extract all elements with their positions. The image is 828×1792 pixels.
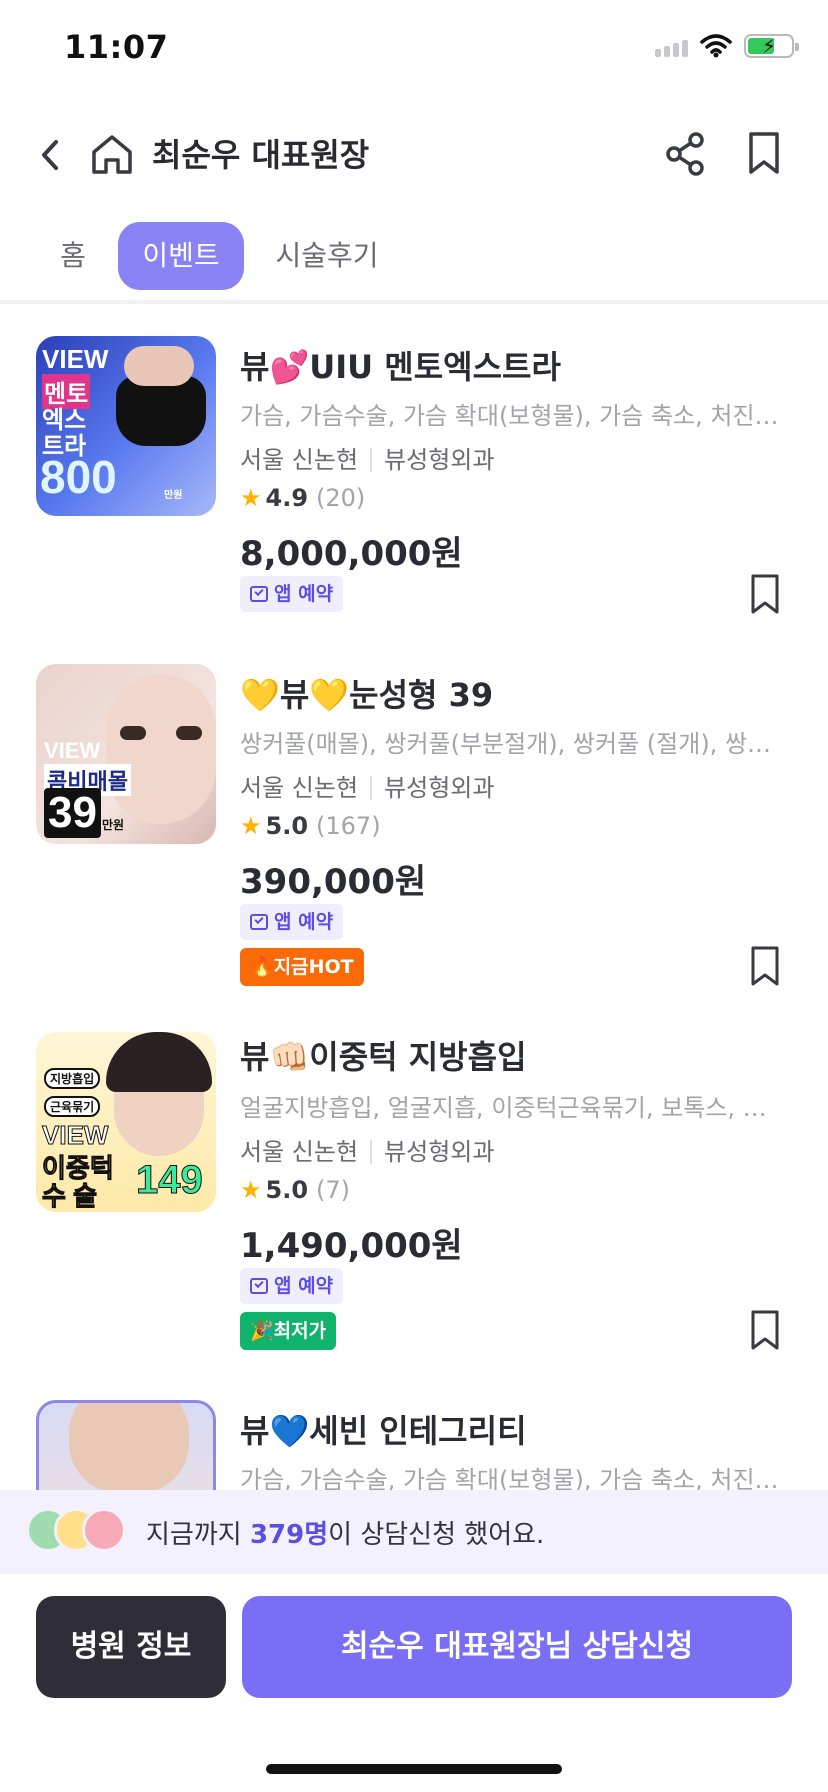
- thumbnail-text: 800: [40, 451, 117, 503]
- app-reservation-badge: 앱 예약: [240, 1268, 344, 1304]
- thumbnail-text: VIEW: [44, 738, 101, 763]
- consult-count-banner: 지금까지 379명이 상담신청 했어요.: [0, 1490, 828, 1574]
- event-city: 서울 신논현: [240, 446, 359, 474]
- home-icon[interactable]: [88, 130, 136, 180]
- wifi-icon: [700, 34, 732, 58]
- badge-label: 앱 예약: [274, 1275, 334, 1297]
- consult-count-text: 지금까지 379명이 상담신청 했어요.: [146, 1514, 544, 1551]
- event-location: 서울 신논현 뷰성형외과: [240, 1132, 494, 1167]
- event-thumbnail: 지방흡입 근육묶기 VIEW 이중턱 수 술 149: [36, 1032, 216, 1212]
- tab-home[interactable]: 홈: [40, 222, 106, 290]
- app-reservation-badge: 앱 예약: [240, 576, 344, 612]
- review-count: (20): [316, 484, 366, 512]
- signal-icon: [655, 35, 688, 57]
- hot-badge: 🔥지금HOT: [240, 948, 364, 986]
- rating-score: 5.0: [265, 812, 309, 840]
- page-title: 최순우 대표원장: [152, 136, 370, 174]
- share-icon[interactable]: [662, 128, 710, 180]
- thumbnail-figure-hair: [106, 1032, 212, 1092]
- header: 최순우 대표원장: [0, 110, 828, 200]
- event-clinic: 뷰성형외과: [384, 1138, 495, 1166]
- thumbnail-text: VIEW: [42, 344, 109, 374]
- event-thumbnail: VIEW 콤비매몰 39 만원: [36, 664, 216, 844]
- event-price: 8,000,000원: [240, 534, 463, 574]
- thumbnail-text: 수 술: [41, 1181, 98, 1212]
- tab-reviews[interactable]: 시술후기: [262, 222, 392, 290]
- event-price: 390,000원: [240, 862, 427, 902]
- tab-bar: 홈 이벤트 시술후기: [0, 220, 828, 300]
- thumbnail-figure-eye: [120, 726, 146, 740]
- star-icon: ★: [240, 484, 262, 512]
- thumbnail-figure: [116, 376, 206, 446]
- event-title[interactable]: 뷰💕UIU 멘토엑스트라: [240, 342, 561, 388]
- thumbnail-text: VIEW: [41, 1120, 109, 1151]
- divider: [0, 300, 828, 304]
- consult-count: 379명: [249, 1520, 329, 1550]
- avatar: [82, 1508, 126, 1552]
- event-title[interactable]: 💛뷰💛눈성형 39: [240, 670, 493, 716]
- back-icon[interactable]: [30, 130, 70, 180]
- event-thumbnail: VIEW 멘토 엑스 트라 800 만원: [36, 336, 216, 516]
- thumbnail-text: 149: [136, 1158, 204, 1203]
- thumbnail-figure: [106, 674, 216, 824]
- thumbnail-figure-skin: [124, 346, 194, 386]
- banner-suffix: 이 상담신청 했어요.: [328, 1520, 545, 1550]
- event-title[interactable]: 뷰👊🏻이중턱 지방흡입: [240, 1032, 527, 1078]
- thumbnail-text: 지방흡입: [44, 1068, 101, 1089]
- thumbnail-figure: [69, 1403, 189, 1493]
- status-time: 11:07: [64, 28, 169, 66]
- event-title[interactable]: 뷰💙세빈 인테그리티: [240, 1406, 527, 1452]
- event-tags: 가슴, 가슴수술, 가슴 확대(보형물), 가슴 축소, 처진가슴 교정: [240, 402, 785, 430]
- thumbnail-text: 만원: [164, 490, 183, 501]
- event-city: 서울 신논현: [240, 774, 359, 802]
- tab-events[interactable]: 이벤트: [118, 222, 244, 290]
- badge-label: 앱 예약: [274, 911, 334, 933]
- event-clinic: 뷰성형외과: [384, 774, 495, 802]
- thumbnail-text: 근육묶기: [44, 1096, 101, 1117]
- status-bar: 11:07 ⚡: [0, 0, 828, 100]
- bookmark-icon[interactable]: [748, 572, 782, 616]
- hospital-info-button[interactable]: 병원 정보: [36, 1596, 226, 1698]
- avatar-group: [26, 1508, 126, 1556]
- star-icon: ★: [240, 812, 262, 840]
- calendar-check-icon: [250, 914, 268, 930]
- separator: [370, 448, 373, 472]
- calendar-check-icon: [250, 1278, 268, 1294]
- badge-label: 앱 예약: [274, 583, 334, 605]
- battery-icon: ⚡: [744, 34, 799, 58]
- bookmark-icon[interactable]: [744, 128, 784, 180]
- event-price: 1,490,000원: [240, 1226, 463, 1266]
- bookmark-icon[interactable]: [748, 1308, 782, 1352]
- event-rating: ★ 5.0 (7): [240, 1176, 350, 1204]
- app-reservation-badge: 앱 예약: [240, 904, 344, 940]
- separator: [370, 1140, 373, 1164]
- separator: [370, 776, 373, 800]
- status-icons: ⚡: [655, 34, 799, 58]
- calendar-check-icon: [250, 586, 268, 602]
- lowest-price-badge: 🎉최저가: [240, 1312, 337, 1350]
- thumbnail-figure-eye: [176, 726, 202, 740]
- star-icon: ★: [240, 1176, 262, 1204]
- event-tags: 쌍커풀(매몰), 쌍커풀(부분절개), 쌍커풀 (절개), 쌍커풀 재수술: [240, 730, 785, 758]
- event-city: 서울 신논현: [240, 1138, 359, 1166]
- review-count: (167): [316, 812, 381, 840]
- thumbnail-text: 만원: [102, 818, 125, 832]
- consult-request-button[interactable]: 최순우 대표원장님 상담신청: [242, 1596, 792, 1698]
- event-location: 서울 신논현 뷰성형외과: [240, 440, 494, 475]
- event-rating: ★ 5.0 (167): [240, 812, 381, 840]
- event-rating: ★ 4.9 (20): [240, 484, 365, 512]
- bottom-action-bar: 병원 정보 최순우 대표원장님 상담신청: [0, 1574, 828, 1792]
- event-location: 서울 신논현 뷰성형외과: [240, 768, 494, 803]
- banner-prefix: 지금까지: [146, 1520, 250, 1550]
- event-tags: 얼굴지방흡입, 얼굴지흡, 이중턱근육묶기, 보톡스, 필러: [240, 1094, 785, 1122]
- rating-score: 4.9: [265, 484, 309, 512]
- bookmark-icon[interactable]: [748, 944, 782, 988]
- home-indicator: [266, 1764, 562, 1774]
- rating-score: 5.0: [265, 1176, 309, 1204]
- event-clinic: 뷰성형외과: [384, 446, 495, 474]
- thumbnail-text: 39: [44, 788, 101, 838]
- review-count: (7): [316, 1176, 351, 1204]
